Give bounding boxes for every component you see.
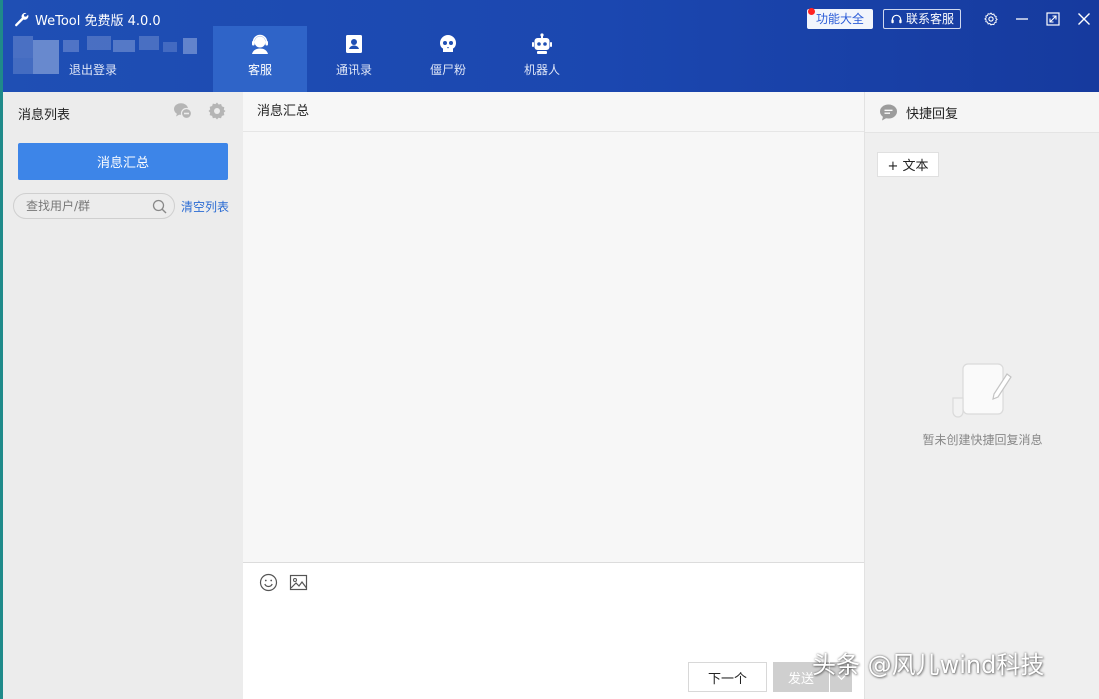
quick-reply-header: 快捷回复 xyxy=(865,92,1099,133)
message-composer[interactable]: 下一个 发送 xyxy=(243,562,864,699)
customer-service-icon xyxy=(252,34,268,54)
search-input[interactable] xyxy=(26,197,144,215)
add-text-button[interactable]: + 文本 xyxy=(877,152,939,177)
minimize-icon xyxy=(1015,18,1028,20)
close-button[interactable] xyxy=(1068,8,1099,30)
close-icon xyxy=(1077,13,1090,25)
message-summary-button[interactable]: 消息汇总 xyxy=(18,143,228,180)
wechat-remove-icon[interactable] xyxy=(173,101,193,121)
tab-contacts[interactable]: 通讯录 xyxy=(307,26,401,92)
clear-list-link[interactable]: 清空列表 xyxy=(181,198,229,215)
gear-icon[interactable] xyxy=(207,101,227,121)
quick-reply-panel: 快捷回复 + 文本 暂未创建快捷回复消息 xyxy=(864,92,1099,699)
tab-label: 客服 xyxy=(247,63,272,77)
minimize-button[interactable] xyxy=(1006,8,1037,30)
app-title: WeTool 免费版 4.0.0 xyxy=(35,13,161,29)
contacts-icon xyxy=(346,35,362,53)
tab-label: 通讯录 xyxy=(335,63,372,77)
maximize-button[interactable] xyxy=(1037,8,1068,30)
message-list-title: 消息列表 xyxy=(18,108,71,123)
conversation-title: 消息汇总 xyxy=(243,92,864,132)
composer-toolbar xyxy=(259,573,308,592)
message-list-panel: 消息列表 消息汇总 清空列表 xyxy=(3,92,243,699)
maximize-icon xyxy=(1045,12,1060,26)
robot-icon xyxy=(532,33,552,54)
empty-state-text: 暂未创建快捷回复消息 xyxy=(922,433,1043,447)
notification-dot xyxy=(807,8,815,15)
image-icon[interactable] xyxy=(289,573,308,592)
emoji-icon[interactable] xyxy=(259,573,278,592)
tab-zombie-fans[interactable]: 僵尸粉 xyxy=(401,26,495,92)
empty-note-illustration xyxy=(952,363,1012,418)
app-window: WeTool 免费版 4.0.0 退出登录 客服 通讯录 僵尸粉 机器人 功能大… xyxy=(3,0,1099,699)
gear-icon xyxy=(983,12,998,26)
contact-support-button[interactable]: 联系客服 xyxy=(882,9,961,29)
message-list-tools xyxy=(173,101,227,121)
title-bar-actions: 功能大全 联系客服 xyxy=(806,8,1099,30)
app-title-area: WeTool 免费版 4.0.0 xyxy=(13,10,161,29)
conversation-panel: 消息汇总 下一个 发送 xyxy=(243,92,864,699)
title-bar: WeTool 免费版 4.0.0 退出登录 客服 通讯录 僵尸粉 机器人 功能大… xyxy=(3,0,1099,92)
features-button[interactable]: 功能大全 xyxy=(806,8,873,29)
search-icon[interactable] xyxy=(152,199,167,214)
chat-bubble-icon xyxy=(880,104,897,120)
support-label: 联系客服 xyxy=(905,12,954,26)
wrench-icon xyxy=(15,12,29,27)
tab-label: 僵尸粉 xyxy=(429,63,466,77)
headset-icon xyxy=(891,14,902,23)
features-label: 功能大全 xyxy=(815,12,864,26)
watermark: 头条 @风儿wind科技 xyxy=(812,651,1045,679)
quick-reply-title: 快捷回复 xyxy=(906,106,959,122)
tab-label: 机器人 xyxy=(523,63,560,77)
settings-button[interactable] xyxy=(975,8,1006,30)
main-nav: 客服 通讯录 僵尸粉 机器人 xyxy=(213,26,589,92)
next-button[interactable]: 下一个 xyxy=(688,662,767,692)
search-box xyxy=(13,193,175,219)
skull-icon xyxy=(440,35,456,52)
logout-link[interactable]: 退出登录 xyxy=(69,61,117,78)
tab-customer-service[interactable]: 客服 xyxy=(213,26,307,92)
tab-robot[interactable]: 机器人 xyxy=(495,26,589,92)
